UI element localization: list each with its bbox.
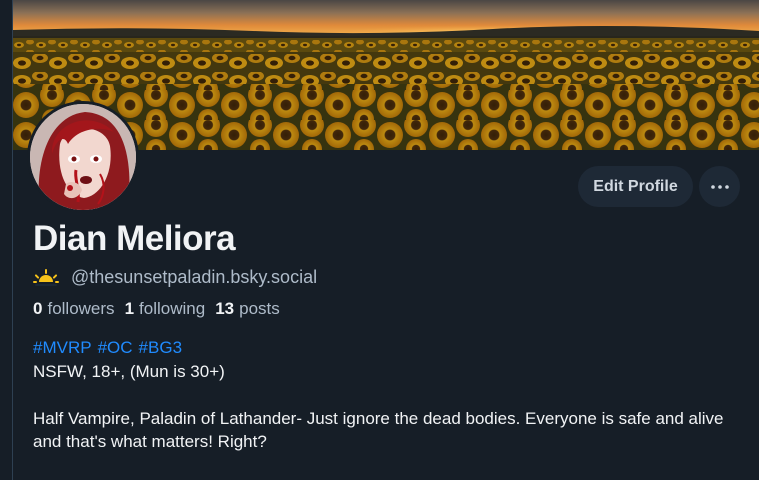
profile-page: Edit Profile Dian Meliora @thesunsetpala… — [0, 0, 759, 480]
hashtag-link[interactable]: #OC — [98, 336, 133, 360]
bio-paragraph: Half Vampire, Paladin of Lathander- Just… — [33, 408, 724, 452]
ellipsis-icon — [710, 184, 729, 189]
avatar[interactable] — [27, 101, 139, 213]
avatar-image — [30, 104, 136, 210]
posts-stat: 13 posts — [215, 299, 280, 319]
hashtag-link[interactable]: #BG3 — [139, 336, 182, 360]
profile-bio: #MVRP #OC #BG3 NSFW, 18+, (Mun is 30+) H… — [33, 336, 733, 454]
handle-row: @thesunsetpaladin.bsky.social — [33, 264, 317, 290]
followers-count: 0 — [33, 299, 43, 318]
handle[interactable]: @thesunsetpaladin.bsky.social — [71, 267, 317, 288]
following-label: following — [139, 299, 206, 318]
followers-label: followers — [47, 299, 115, 318]
edit-profile-button[interactable]: Edit Profile — [578, 166, 693, 207]
sunset-emoji-icon — [33, 266, 59, 288]
profile-stats: 0 followers 1 following 13 posts — [33, 299, 290, 319]
bio-tags: #MVRP #OC #BG3 — [33, 336, 733, 360]
more-options-button[interactable] — [699, 166, 740, 207]
followers-stat[interactable]: 0 followers — [33, 299, 115, 319]
following-count: 1 — [124, 299, 135, 318]
following-stat[interactable]: 1 following — [125, 299, 206, 319]
display-name: Dian Meliora — [33, 219, 236, 258]
hashtag-link[interactable]: #MVRP — [33, 336, 92, 360]
posts-label: posts — [239, 299, 280, 318]
left-divider — [0, 0, 13, 480]
bio-line: NSFW, 18+, (Mun is 30+) — [33, 361, 225, 381]
posts-count: 13 — [215, 299, 235, 318]
